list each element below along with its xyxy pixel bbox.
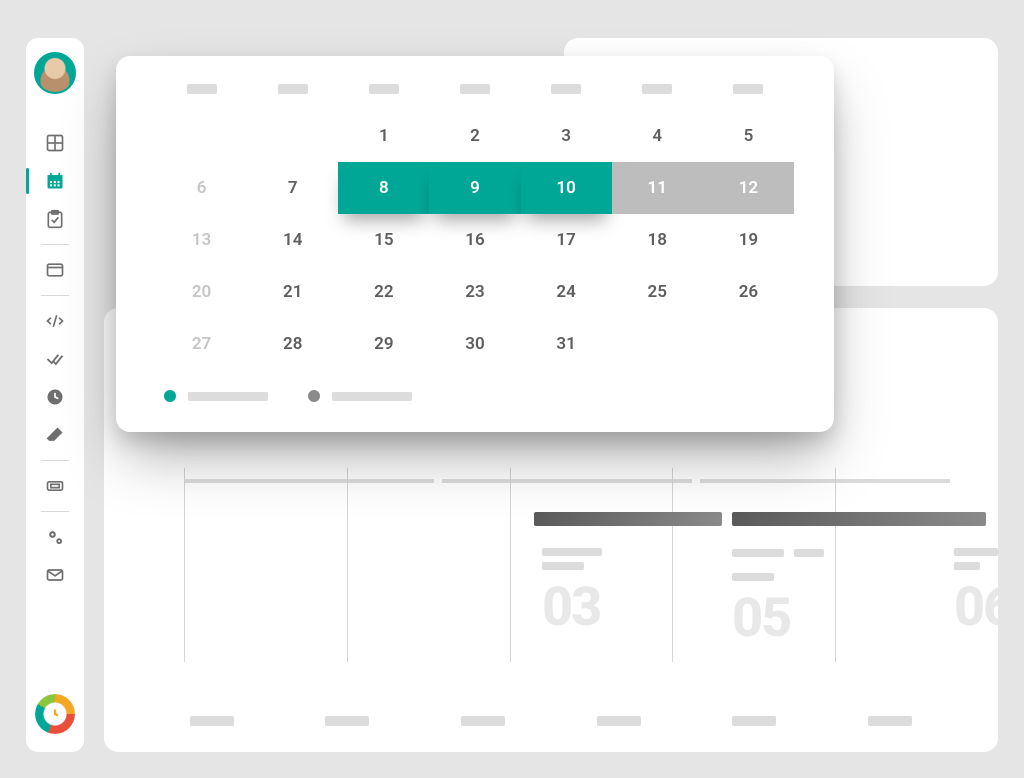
calendar-day-cell[interactable]: 7 [247, 162, 338, 214]
double-check-icon [45, 349, 65, 369]
calendar-day-cell[interactable]: 18 [612, 214, 703, 266]
calendar-week-row: 20212223242526 [156, 266, 794, 318]
calendar-day-cell[interactable]: 25 [612, 266, 703, 318]
calendar-day-cell[interactable]: 3 [521, 110, 612, 162]
clipboard-check-icon [45, 209, 65, 229]
timeline-footer-labels [104, 716, 998, 730]
calendar-week-row: 6789101112 [156, 162, 794, 214]
sidebar-item-tickets[interactable] [26, 467, 84, 505]
calendar-day-cell[interactable]: 6 [156, 162, 247, 214]
sidebar-separator [41, 460, 69, 461]
calendar-day-cell[interactable]: 8 [338, 162, 429, 214]
legend-item-active [164, 390, 268, 402]
sidebar-item-approvals[interactable] [26, 340, 84, 378]
mail-icon [45, 565, 65, 585]
timeline-day-column: 03 [542, 548, 662, 639]
sidebar-item-code[interactable] [26, 302, 84, 340]
legend-item-passive [308, 390, 412, 402]
calendar-day-cell[interactable]: 26 [703, 266, 794, 318]
calendar-day-cell[interactable]: 10 [521, 162, 612, 214]
calendar-day-cell[interactable]: 14 [247, 214, 338, 266]
calendar-day-cell[interactable]: 22 [338, 266, 429, 318]
sidebar-item-calendar[interactable] [26, 162, 84, 200]
calendar-day-cell [612, 318, 703, 370]
clock-icon [45, 387, 65, 407]
legend-dot-icon [308, 390, 320, 402]
calendar-week-row: 12345 [156, 110, 794, 162]
calendar-day-cell[interactable]: 12 [703, 162, 794, 214]
calendar-day-cell[interactable]: 13 [156, 214, 247, 266]
timeline-day-column: 06 [954, 548, 998, 639]
calendar-day-cell [703, 318, 794, 370]
calendar-day-cell[interactable]: 9 [429, 162, 520, 214]
calendar-day-cell[interactable]: 1 [338, 110, 429, 162]
eraser-icon [45, 425, 65, 445]
calendar-day-cell[interactable]: 5 [703, 110, 794, 162]
legend-label [332, 392, 412, 401]
calendar-day-cell[interactable]: 16 [429, 214, 520, 266]
grid-icon [45, 133, 65, 153]
calendar-day-cell[interactable]: 19 [703, 214, 794, 266]
calendar-day-cell [247, 110, 338, 162]
calendar-week-row: 2728293031 [156, 318, 794, 370]
calendar-day-cell[interactable]: 4 [612, 110, 703, 162]
calendar-day-cell[interactable]: 20 [156, 266, 247, 318]
calendar-legend [156, 390, 794, 402]
day-number: 03 [542, 576, 662, 639]
timeline-event[interactable] [732, 512, 986, 526]
calendar-grid: 1234567891011121314151617181920212223242… [156, 110, 794, 370]
sidebar-separator [41, 511, 69, 512]
sidebar-item-tasks[interactable] [26, 200, 84, 238]
sidebar-separator [41, 295, 69, 296]
gears-icon [45, 527, 65, 547]
legend-dot-icon [164, 390, 176, 402]
calendar-day-cell[interactable]: 15 [338, 214, 429, 266]
calendar-day-cell[interactable]: 23 [429, 266, 520, 318]
app-frame: 03 05 06 1234567891011121314151617181920… [8, 8, 1016, 770]
calendar-day-cell[interactable]: 2 [429, 110, 520, 162]
clock-small-icon [46, 705, 64, 723]
calendar-day-cell[interactable]: 30 [429, 318, 520, 370]
sidebar-logo[interactable] [35, 694, 75, 734]
day-number: 05 [732, 587, 852, 650]
calendar-day-cell[interactable]: 31 [521, 318, 612, 370]
window-icon [45, 260, 65, 280]
sidebar-item-mail[interactable] [26, 556, 84, 594]
calendar-day-cell[interactable]: 17 [521, 214, 612, 266]
timeline-day-column: 05 [732, 548, 852, 650]
calendar-day-headers [156, 84, 794, 94]
calendar-day-cell [156, 110, 247, 162]
day-number: 06 [954, 576, 998, 639]
sidebar-item-dashboard[interactable] [26, 124, 84, 162]
calendar-day-cell[interactable]: 24 [521, 266, 612, 318]
calendar-icon [45, 171, 65, 191]
ticket-icon [45, 476, 65, 496]
calendar-popover: 1234567891011121314151617181920212223242… [116, 56, 834, 432]
calendar-week-row: 13141516171819 [156, 214, 794, 266]
calendar-day-cell[interactable]: 27 [156, 318, 247, 370]
sidebar-separator [41, 244, 69, 245]
calendar-day-cell[interactable]: 11 [612, 162, 703, 214]
timeline-event[interactable] [534, 512, 722, 526]
calendar-day-cell[interactable]: 21 [247, 266, 338, 318]
calendar-day-cell[interactable]: 29 [338, 318, 429, 370]
logo-ring-icon [35, 694, 75, 734]
calendar-day-cell[interactable]: 28 [247, 318, 338, 370]
code-icon [45, 311, 65, 331]
sidebar-item-window[interactable] [26, 251, 84, 289]
sidebar-item-time[interactable] [26, 378, 84, 416]
avatar[interactable] [34, 52, 76, 94]
legend-label [188, 392, 268, 401]
sidebar [26, 38, 84, 752]
sidebar-item-settings[interactable] [26, 518, 84, 556]
sidebar-item-eraser[interactable] [26, 416, 84, 454]
